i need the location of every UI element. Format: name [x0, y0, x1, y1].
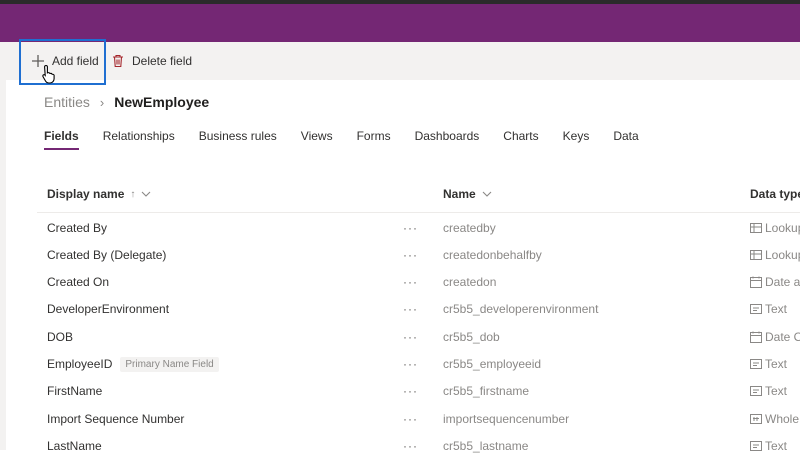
hand-cursor-icon — [42, 64, 55, 84]
number-icon — [750, 413, 762, 425]
lookup-icon — [750, 222, 762, 234]
field-display-name[interactable]: Created By — [47, 214, 107, 241]
calendar-icon — [750, 331, 762, 343]
row-more-options-icon[interactable]: ··· — [403, 405, 418, 432]
tab-forms[interactable]: Forms — [357, 126, 391, 148]
breadcrumb-entities-link[interactable]: Entities — [44, 94, 90, 110]
row-more-options-icon[interactable]: ··· — [403, 432, 418, 459]
column-header-name[interactable]: Name — [443, 180, 492, 208]
field-display-name[interactable]: EmployeeID Primary Name Field — [47, 351, 219, 378]
column-header-display-name[interactable]: Display name ↑ — [47, 180, 151, 208]
field-schema-name: cr5b5_dob — [443, 329, 500, 344]
tab-dashboards[interactable]: Dashboards — [415, 126, 480, 148]
breadcrumb: Entities › NewEmployee — [44, 91, 209, 113]
trash-icon — [110, 53, 126, 69]
field-display-name[interactable]: DOB — [47, 323, 73, 350]
row-more-options-icon[interactable]: ··· — [403, 269, 418, 296]
field-data-type: Text — [750, 296, 787, 323]
entity-tabs: Fields Relationships Business rules View… — [44, 126, 663, 150]
field-schema-name: createdby — [443, 220, 496, 235]
primary-name-badge: Primary Name Field — [120, 356, 219, 372]
field-display-name[interactable]: FirstName — [47, 378, 102, 405]
table-row[interactable]: Created By (Delegate) ··· createdonbehalfb… — [37, 241, 800, 268]
chevron-down-icon — [141, 189, 151, 200]
app-header — [0, 4, 800, 42]
field-schema-name: createdon — [443, 275, 497, 290]
sort-ascending-icon: ↑ — [130, 188, 136, 200]
table-row[interactable]: DeveloperEnvironment ··· cr5b5_developeren… — [37, 296, 800, 323]
row-more-options-icon[interactable]: ··· — [403, 378, 418, 405]
field-data-type: Text — [750, 378, 787, 405]
table-row[interactable]: FirstName ··· cr5b5_firstname Text — [37, 378, 800, 405]
field-schema-name: cr5b5_firstname — [443, 384, 530, 399]
command-bar: Add field Delete field — [6, 42, 800, 80]
text-icon — [750, 303, 762, 315]
chevron-right-icon: › — [99, 94, 105, 110]
tab-data[interactable]: Data — [613, 126, 638, 148]
tab-fields[interactable]: Fields — [44, 126, 79, 150]
table-row[interactable]: Import Sequence Number ··· importsequencen… — [37, 405, 800, 432]
field-display-name[interactable]: LastName — [47, 432, 102, 459]
field-data-type: Lookup — [750, 214, 800, 241]
field-data-type: Lookup — [750, 241, 800, 268]
field-data-type: Text — [750, 351, 787, 378]
column-header-data-type[interactable]: Data type — [750, 180, 800, 208]
text-icon — [750, 440, 762, 452]
text-icon — [750, 358, 762, 370]
table-row[interactable]: LastName ··· cr5b5_lastname Text — [37, 432, 800, 459]
field-display-name[interactable]: Created On — [47, 269, 109, 296]
field-schema-name: importsequencenumber — [443, 411, 570, 426]
table-row[interactable]: Created By ··· createdby Lookup — [37, 214, 800, 241]
row-more-options-icon[interactable]: ··· — [403, 214, 418, 241]
chevron-down-icon — [482, 189, 492, 200]
row-more-options-icon[interactable]: ··· — [403, 323, 418, 350]
field-data-type: Text — [750, 432, 787, 459]
field-data-type: Date and — [750, 269, 800, 296]
table-row[interactable]: DOB ··· cr5b5_dob Date O — [37, 323, 800, 350]
field-display-name[interactable]: DeveloperEnvironment — [47, 296, 169, 323]
header-divider — [37, 212, 800, 213]
row-more-options-icon[interactable]: ··· — [403, 296, 418, 323]
field-data-type: Whole — [750, 405, 799, 432]
text-icon — [750, 385, 762, 397]
left-gutter — [0, 42, 6, 450]
row-more-options-icon[interactable]: ··· — [403, 351, 418, 378]
field-data-type: Date O — [750, 323, 800, 350]
tab-charts[interactable]: Charts — [503, 126, 538, 148]
row-more-options-icon[interactable]: ··· — [403, 241, 418, 268]
tab-keys[interactable]: Keys — [563, 126, 590, 148]
field-schema-name: cr5b5_employeeid — [443, 357, 542, 371]
table-row[interactable]: Created On ··· createdon Date and — [37, 269, 800, 296]
calendar-icon — [750, 276, 762, 289]
tab-views[interactable]: Views — [301, 126, 333, 148]
tab-business-rules[interactable]: Business rules — [199, 126, 277, 148]
page-title: NewEmployee — [114, 94, 210, 110]
field-display-name[interactable]: Created By (Delegate) — [47, 241, 166, 268]
tab-relationships[interactable]: Relationships — [103, 126, 175, 148]
field-schema-name: cr5b5_developerenvironment — [443, 302, 599, 317]
field-schema-name: cr5b5_lastname — [443, 438, 529, 453]
field-schema-name: createdonbehalfby — [443, 247, 542, 262]
field-display-name[interactable]: Import Sequence Number — [47, 405, 184, 432]
delete-field-button[interactable]: Delete field — [110, 42, 192, 80]
delete-field-label: Delete field — [132, 54, 193, 68]
table-row[interactable]: EmployeeID Primary Name Field ··· cr5b5_emp… — [37, 351, 800, 378]
lookup-icon — [750, 249, 762, 261]
add-field-focus-outline — [19, 39, 106, 85]
